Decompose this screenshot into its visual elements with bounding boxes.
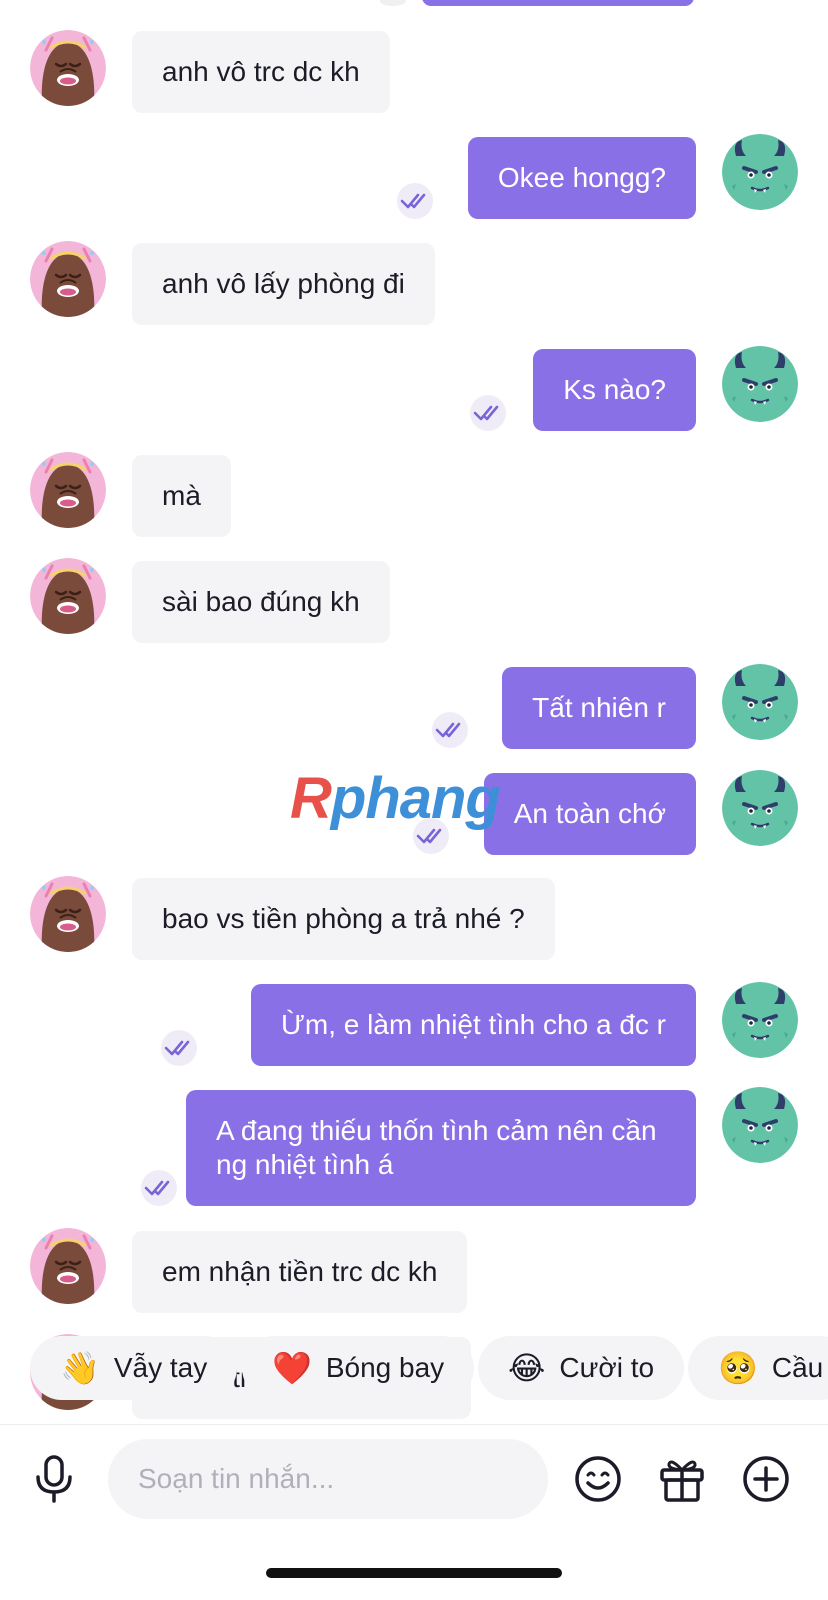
- message-input[interactable]: [108, 1439, 548, 1519]
- sticker-button[interactable]: [570, 1451, 626, 1507]
- microphone-button[interactable]: [26, 1451, 82, 1507]
- pleading-face-icon: 🥺: [718, 1350, 758, 1386]
- incoming-message-bubble[interactable]: mà: [132, 455, 231, 537]
- outgoing-message-bubble[interactable]: Tất nhiên r: [502, 667, 696, 749]
- message-input-wrapper[interactable]: [108, 1439, 548, 1519]
- contact-avatar[interactable]: [30, 241, 106, 317]
- incoming-message-bubble[interactable]: bao vs tiền phòng a trả nhé ?: [132, 878, 555, 960]
- contact-avatar[interactable]: [30, 558, 106, 634]
- scroll-edge-dot: [380, 0, 406, 6]
- contact-avatar[interactable]: [30, 1228, 106, 1304]
- previous-outgoing-bubble-edge: [422, 0, 694, 6]
- waving-hand-icon: 👋: [60, 1350, 100, 1386]
- user-avatar[interactable]: [722, 134, 798, 210]
- heart-icon: ❤️: [272, 1350, 312, 1386]
- microphone-icon: [36, 1455, 72, 1503]
- read-receipt-icon: [413, 818, 449, 854]
- outgoing-message-bubble[interactable]: Okee hongg?: [467, 137, 696, 219]
- gift-button[interactable]: [654, 1451, 710, 1507]
- incoming-message-bubble[interactable]: anh vô lấy phòng đi: [132, 243, 435, 325]
- reaction-label: Bóng bay: [325, 1352, 445, 1383]
- add-circle-icon: [743, 1456, 789, 1502]
- reaction-chip-wave[interactable]: 👋 Vẫy tay: [30, 1336, 238, 1400]
- quick-reaction-bar[interactable]: 👋 Vẫy tay ❤️ Bóng bay 😂 Cười to 🥺 Cầu: [0, 1336, 828, 1402]
- reaction-chip-pleading[interactable]: 🥺 Cầu: [688, 1336, 828, 1400]
- user-avatar[interactable]: [722, 770, 798, 846]
- add-button[interactable]: [738, 1451, 794, 1507]
- message-list[interactable]: anh vô trc dc kh Okee hongg? anh vô lấy …: [0, 0, 828, 1424]
- contact-avatar[interactable]: [30, 30, 106, 106]
- reaction-label: Cười to: [559, 1352, 655, 1383]
- incoming-message-bubble[interactable]: sài bao đúng kh: [132, 561, 390, 643]
- read-receipt-icon: [141, 1170, 177, 1206]
- outgoing-message-bubble[interactable]: An toàn chớ: [483, 773, 696, 855]
- incoming-message-bubble[interactable]: em nhận tiền trc dc kh: [132, 1231, 468, 1313]
- sticker-smile-icon: [575, 1456, 621, 1502]
- outgoing-message-bubble[interactable]: A đang thiếu thốn tình cảm nên cần ng nh…: [186, 1090, 696, 1206]
- read-receipt-icon: [432, 712, 468, 748]
- user-avatar[interactable]: [722, 664, 798, 740]
- reaction-label: Vẫy tay: [113, 1352, 208, 1383]
- user-avatar[interactable]: [722, 982, 798, 1058]
- laughing-face-icon: 😂: [508, 1350, 546, 1386]
- outgoing-message-bubble[interactable]: Ừm, e làm nhiệt tình cho a đc r: [251, 984, 696, 1066]
- read-receipt-icon: [397, 183, 433, 219]
- reaction-chip-heart[interactable]: ❤️ Bóng bay: [242, 1336, 475, 1400]
- contact-avatar[interactable]: [30, 876, 106, 952]
- user-avatar[interactable]: [722, 1087, 798, 1163]
- user-avatar[interactable]: [722, 346, 798, 422]
- reaction-label: Cầu: [771, 1352, 824, 1383]
- read-receipt-icon: [161, 1030, 197, 1066]
- reaction-chip-laugh[interactable]: 😂 Cười to: [478, 1336, 685, 1400]
- home-indicator[interactable]: [266, 1568, 562, 1578]
- outgoing-message-bubble[interactable]: Ks nào?: [533, 349, 696, 431]
- gift-icon: [660, 1460, 704, 1502]
- read-receipt-icon: [470, 395, 506, 431]
- contact-avatar[interactable]: [30, 452, 106, 528]
- incoming-message-bubble[interactable]: anh vô trc dc kh: [132, 31, 390, 113]
